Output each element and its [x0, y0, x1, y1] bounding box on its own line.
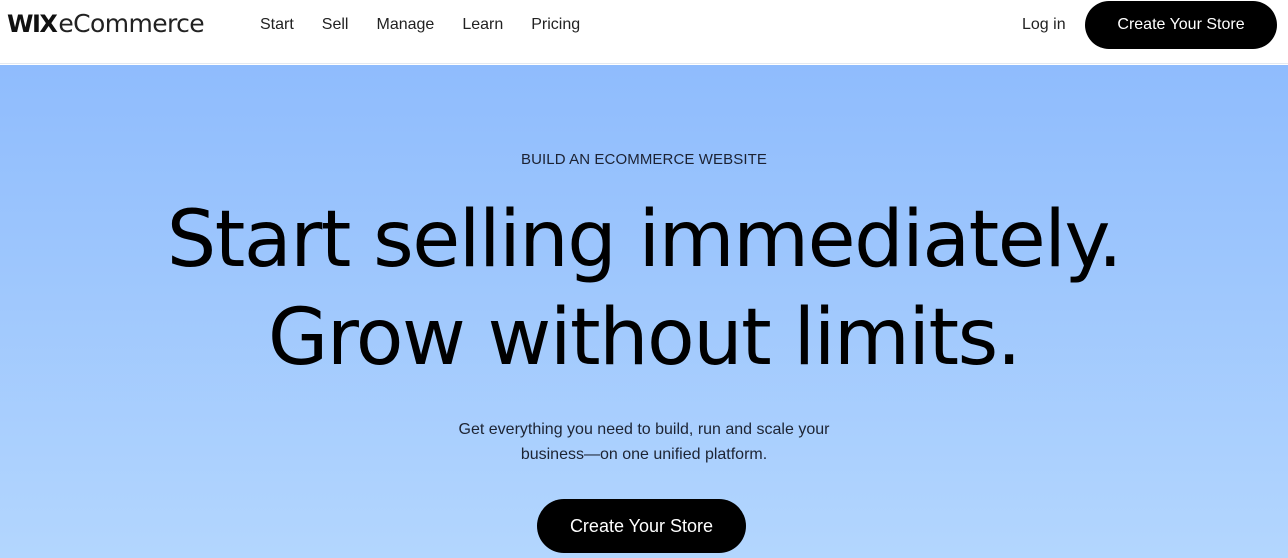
wix-ecommerce-logo[interactable]: WIX eCommerce [7, 9, 205, 39]
login-link[interactable]: Log in [1022, 16, 1066, 34]
headline-line-1: Start selling immediately. [166, 195, 1123, 285]
nav-item-pricing[interactable]: Pricing [531, 15, 580, 35]
nav-item-learn[interactable]: Learn [462, 15, 503, 35]
nav-item-start[interactable]: Start [260, 15, 294, 35]
site-header: WIX eCommerce Start Sell Manage Learn Pr… [0, 0, 1288, 64]
subtext-line-1: Get everything you need to build, run an… [458, 421, 830, 438]
header-create-store-button[interactable]: Create Your Store [1085, 1, 1277, 49]
headline-line-2: Grow without limits. [267, 293, 1022, 383]
nav-item-manage[interactable]: Manage [376, 15, 434, 35]
hero-subtext: Get everything you need to build, run an… [0, 417, 1288, 467]
hero-headline: Start selling immediately. Grow without … [0, 191, 1288, 387]
subtext-line-2: business—on one unified platform. [520, 446, 768, 463]
hero-create-store-button[interactable]: Create Your Store [537, 499, 746, 553]
hero-section: BUILD AN ECOMMERCE WEBSITE Start selling… [0, 65, 1288, 558]
logo-ecommerce-text: eCommerce [58, 9, 205, 38]
main-nav: Start Sell Manage Learn Pricing [260, 15, 608, 35]
logo-wix-wordmark: WIX [7, 10, 58, 38]
hero-eyebrow: BUILD AN ECOMMERCE WEBSITE [521, 151, 767, 168]
nav-item-sell[interactable]: Sell [322, 15, 349, 35]
